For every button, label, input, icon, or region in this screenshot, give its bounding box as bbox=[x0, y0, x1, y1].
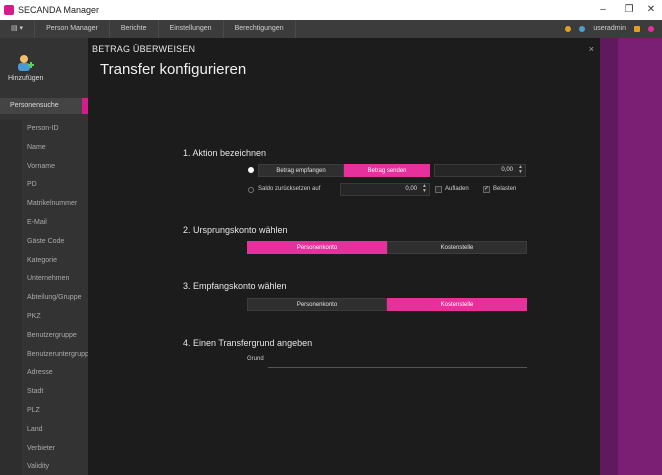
tab-personensuche-label: Personensuche bbox=[10, 102, 59, 109]
search-field[interactable]: Abteilung/Gruppe bbox=[0, 289, 88, 308]
option-betrag-senden[interactable]: Betrag senden bbox=[344, 164, 430, 177]
background-band bbox=[600, 38, 618, 475]
close-window-button[interactable]: ✕ bbox=[638, 0, 662, 20]
reset-amount-input[interactable]: 0,00 ▲ ▼ bbox=[340, 183, 430, 196]
status-tray: useradmin bbox=[565, 20, 654, 38]
minimize-button[interactable]: – bbox=[590, 0, 616, 20]
search-field[interactable]: Validity bbox=[0, 458, 88, 475]
search-field[interactable]: PKZ bbox=[0, 308, 88, 327]
menu-item-einstellungen[interactable]: Einstellungen bbox=[159, 20, 224, 38]
background-panel bbox=[600, 38, 662, 475]
aufladen-checkbox[interactable] bbox=[435, 186, 442, 193]
search-field[interactable]: Benutzergruppe bbox=[0, 327, 88, 346]
dialog-close-button[interactable]: × bbox=[589, 44, 594, 54]
menu-item-berechtigungen[interactable]: Berechtigungen bbox=[224, 20, 296, 38]
menu-bar: ▤ ▾ Person Manager Berichte Einstellunge… bbox=[0, 20, 662, 38]
option-betrag-empfangen[interactable]: Betrag empfangen bbox=[258, 164, 344, 177]
belasten-checkbox[interactable]: ✓ bbox=[483, 186, 490, 193]
action-radio[interactable] bbox=[248, 167, 254, 173]
dialog-header: BETRAG ÜBERWEISEN bbox=[92, 44, 196, 54]
reset-radio[interactable] bbox=[248, 187, 254, 193]
search-field[interactable]: Land bbox=[0, 421, 88, 440]
app-window: SECANDA Manager – ❐ ✕ ▤ ▾ Person Manager… bbox=[0, 0, 662, 475]
app-menu-icon[interactable]: ▤ ▾ bbox=[0, 20, 36, 38]
search-field-list: Person-ID Name Vorname PD Matrikelnummer… bbox=[0, 120, 88, 475]
search-field[interactable]: Verbieter bbox=[0, 440, 88, 459]
origin-option-kostenstelle[interactable]: Kostenstelle bbox=[387, 241, 527, 254]
window-title: SECANDA Manager bbox=[18, 5, 100, 15]
target-option-personenkonto[interactable]: Personenkonto bbox=[247, 298, 387, 311]
lock-icon[interactable] bbox=[634, 26, 640, 32]
network-icon bbox=[579, 26, 586, 32]
search-field[interactable]: E-Mail bbox=[0, 214, 88, 233]
search-field[interactable]: PD bbox=[0, 176, 88, 195]
search-field[interactable]: Gäste Code bbox=[0, 233, 88, 252]
status-icon bbox=[565, 26, 572, 32]
search-field[interactable]: Stadt bbox=[0, 383, 88, 402]
add-button[interactable]: Hinzufügen bbox=[8, 54, 44, 82]
search-field[interactable]: Vorname bbox=[0, 158, 88, 177]
user-icon[interactable] bbox=[648, 26, 654, 32]
amount-value: 0,00 bbox=[501, 167, 513, 173]
section-2-title: 2. Ursprungskonto wählen bbox=[183, 225, 288, 235]
search-field[interactable]: PLZ bbox=[0, 402, 88, 421]
reason-label: Grund bbox=[247, 356, 264, 362]
belasten-label: Belasten bbox=[493, 186, 517, 192]
action-segmented-control: Betrag empfangen Betrag senden bbox=[258, 164, 430, 177]
search-field[interactable]: Unternehmen bbox=[0, 270, 88, 289]
search-field[interactable]: Adresse bbox=[0, 364, 88, 383]
reason-input[interactable] bbox=[268, 367, 527, 368]
reset-spinner-icon[interactable]: ▲ ▼ bbox=[422, 184, 427, 194]
title-bar: SECANDA Manager – ❐ ✕ bbox=[0, 0, 662, 20]
tab-personensuche[interactable]: Personensuche bbox=[0, 98, 88, 114]
search-field[interactable]: Person-ID bbox=[0, 120, 88, 139]
target-account-control: Personenkonto Kostenstelle bbox=[247, 298, 527, 311]
dialog-title: Transfer konfigurieren bbox=[100, 61, 247, 78]
search-field[interactable]: Matrikelnummer bbox=[0, 195, 88, 214]
origin-account-control: Personenkonto Kostenstelle bbox=[247, 241, 527, 254]
section-3-title: 3. Empfangskonto wählen bbox=[183, 281, 287, 291]
app-logo-icon bbox=[4, 5, 14, 15]
add-button-label: Hinzufügen bbox=[8, 75, 44, 82]
aufladen-label: Aufladen bbox=[445, 186, 469, 192]
menu-item-berichte[interactable]: Berichte bbox=[110, 20, 159, 38]
search-field[interactable]: Benutzeruntergruppe bbox=[0, 346, 88, 365]
transfer-dialog: BETRAG ÜBERWEISEN Transfer konfigurieren… bbox=[88, 38, 600, 475]
section-4-title: 4. Einen Transfergrund angeben bbox=[183, 338, 313, 348]
left-toolbar: Hinzufügen bbox=[0, 38, 88, 96]
reset-amount-value: 0,00 bbox=[405, 186, 417, 192]
left-panel: Hinzufügen Personensuche Person-ID Name … bbox=[0, 38, 88, 475]
reset-label: Saldo zurücksetzen auf bbox=[258, 186, 321, 192]
user-name[interactable]: useradmin bbox=[593, 20, 626, 38]
add-user-icon bbox=[15, 54, 35, 72]
amount-input[interactable]: 0,00 ▲ ▼ bbox=[434, 164, 526, 177]
target-option-kostenstelle[interactable]: Kostenstelle bbox=[387, 298, 527, 311]
search-field[interactable]: Kategorie bbox=[0, 252, 88, 271]
search-field[interactable]: Name bbox=[0, 139, 88, 158]
section-1-title: 1. Aktion bezeichnen bbox=[183, 148, 267, 158]
menu-item-person-manager[interactable]: Person Manager bbox=[35, 20, 110, 38]
amount-spinner-icon[interactable]: ▲ ▼ bbox=[518, 165, 523, 175]
origin-option-personenkonto[interactable]: Personenkonto bbox=[247, 241, 387, 254]
